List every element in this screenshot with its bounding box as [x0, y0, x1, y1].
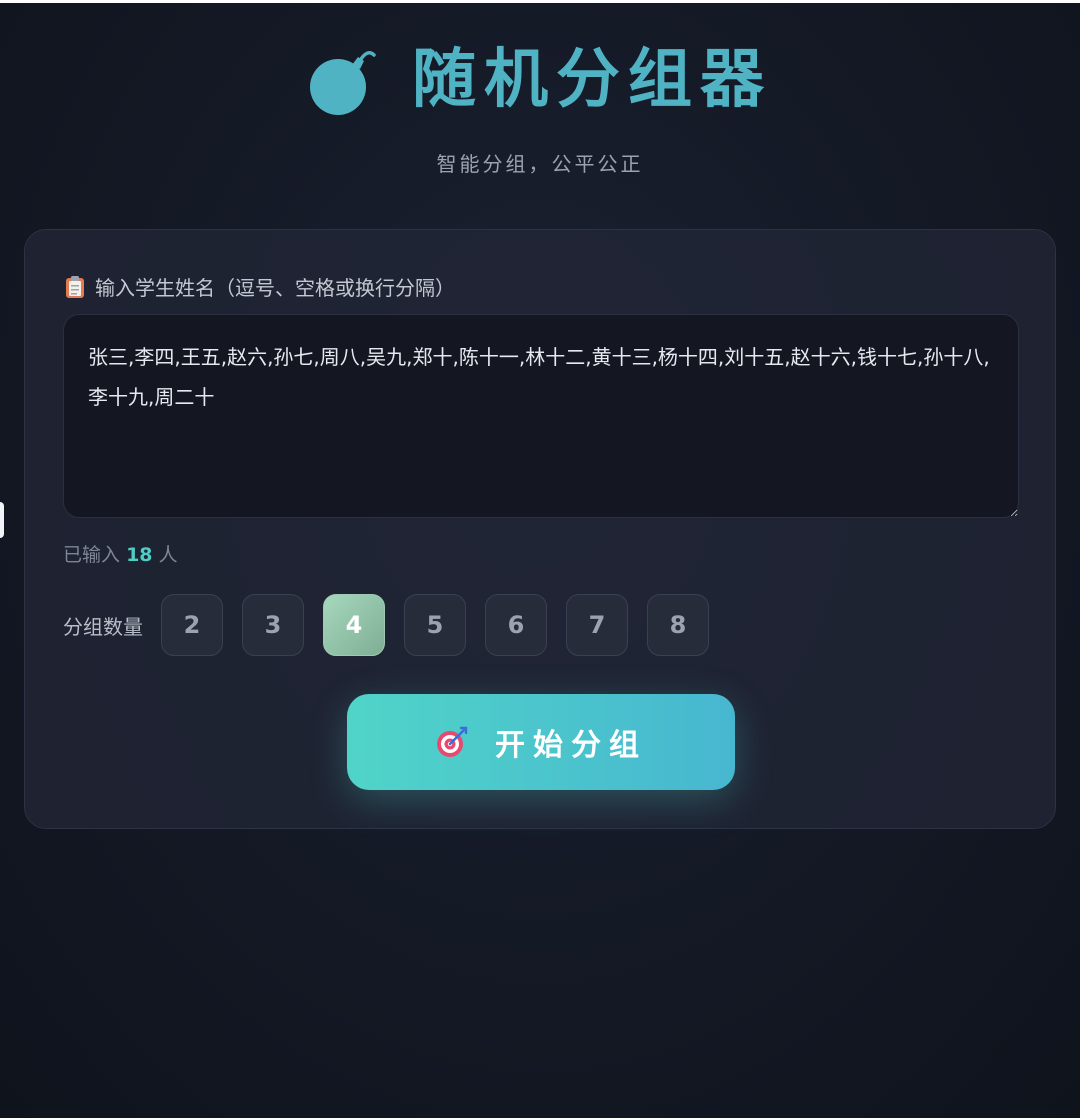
name-count-suffix: 人 [158, 544, 178, 566]
top-edge [0, 0, 1080, 3]
name-count-number: 18 [126, 544, 153, 566]
group-option-5[interactable]: 5 [404, 594, 466, 656]
side-drawer-handle[interactable] [0, 502, 4, 538]
group-option-3[interactable]: 3 [242, 594, 304, 656]
page-title: 随机分组器 [412, 43, 772, 117]
group-option-4[interactable]: 4 [323, 594, 385, 656]
grouping-card: 输入学生姓名（逗号、空格或换行分隔） 张三,李四,王五,赵六,孙七,周八,吴九,… [24, 229, 1056, 829]
page-header: 随机分组器 智能分组，公平公正 [0, 40, 1080, 177]
names-input-label: 输入学生姓名（逗号、空格或换行分隔） [65, 272, 455, 301]
bomb-icon [310, 51, 376, 115]
clipboard-icon [66, 275, 84, 298]
names-input-label-text: 输入学生姓名（逗号、空格或换行分隔） [95, 276, 455, 300]
group-count-selector: 分组数量 2 3 4 5 6 7 8 [63, 594, 728, 656]
target-icon [437, 726, 468, 757]
group-option-6[interactable]: 6 [485, 594, 547, 656]
group-option-7[interactable]: 7 [566, 594, 628, 656]
page-subtitle: 智能分组，公平公正 [436, 152, 644, 176]
names-textarea[interactable]: 张三,李四,王五,赵六,孙七,周八,吴九,郑十,陈十一,林十二,黄十三,杨十四,… [63, 314, 1019, 518]
name-count: 已输入 18 人 [63, 540, 178, 567]
start-grouping-label: 开始分组 [495, 728, 647, 763]
start-grouping-button[interactable]: 开始分组 [347, 694, 735, 790]
group-option-8[interactable]: 8 [647, 594, 709, 656]
group-option-2[interactable]: 2 [161, 594, 223, 656]
title-row: 随机分组器 [0, 40, 1080, 120]
group-count-label: 分组数量 [63, 614, 143, 639]
name-count-prefix: 已输入 [63, 544, 121, 566]
